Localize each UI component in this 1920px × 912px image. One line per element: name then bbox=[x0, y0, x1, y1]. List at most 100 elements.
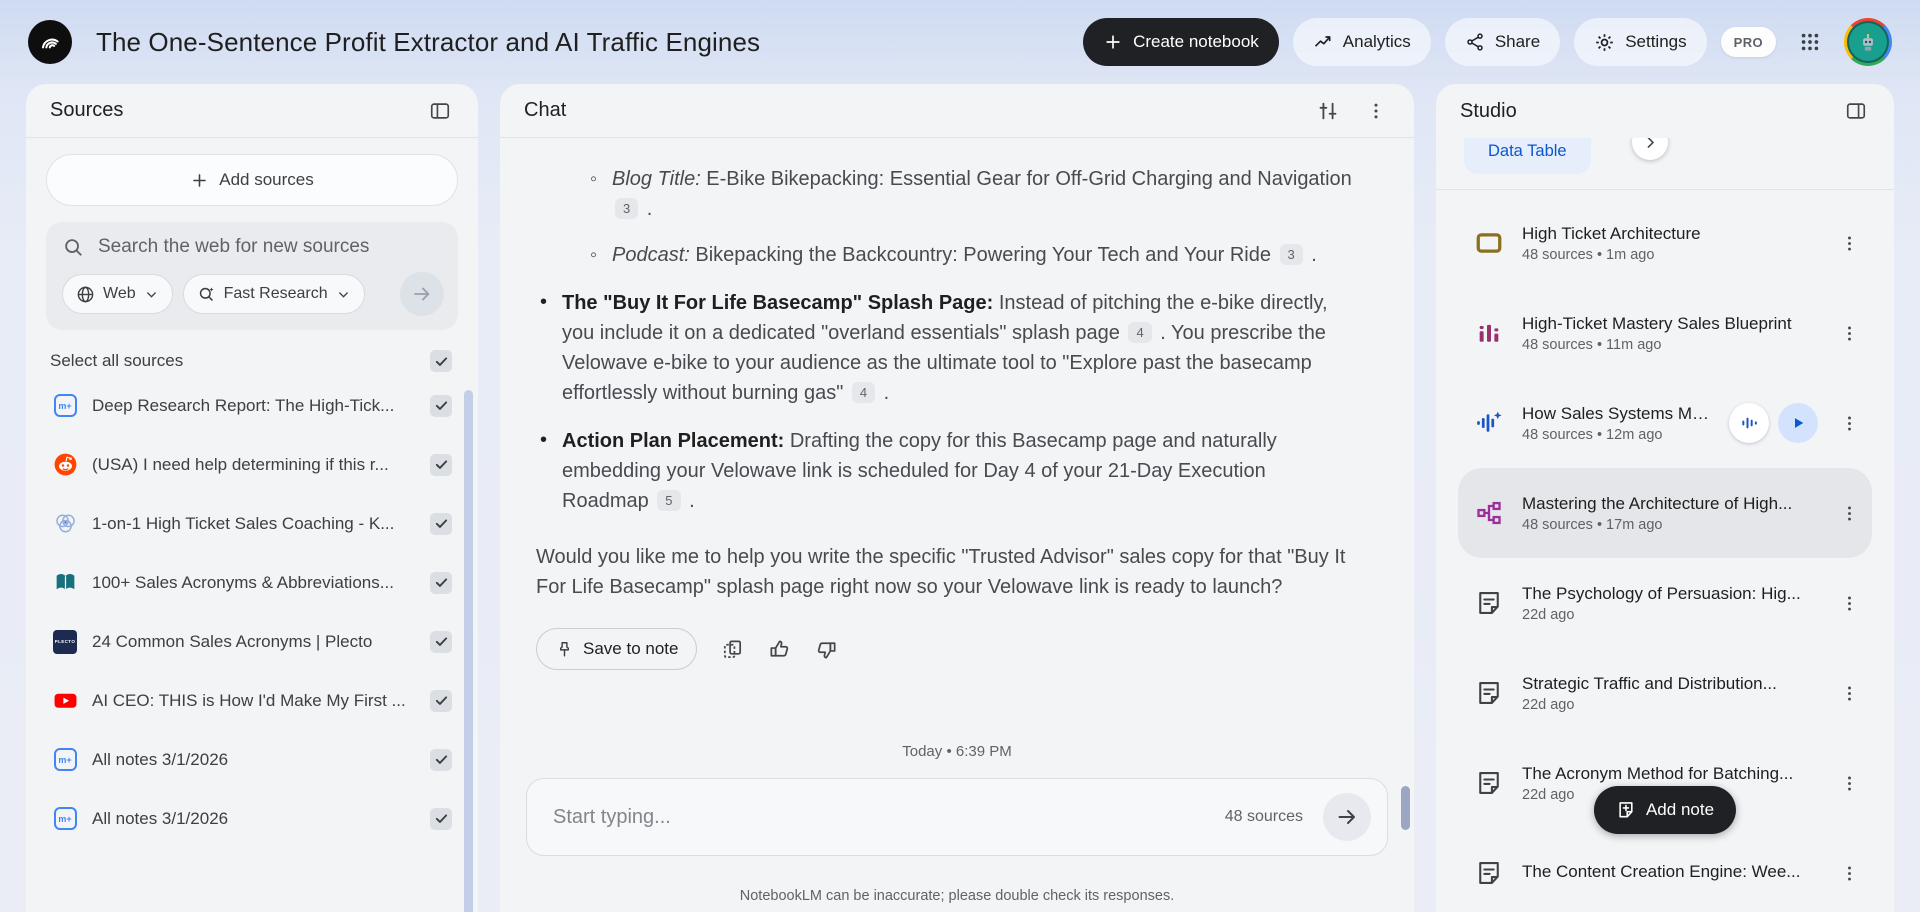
notebooklm-logo[interactable] bbox=[28, 20, 72, 64]
source-count-label: 48 sources bbox=[1224, 808, 1303, 825]
source-list-item[interactable]: 1-on-1 High Ticket Sales Coaching - K... bbox=[46, 494, 458, 553]
source-checkbox[interactable] bbox=[430, 807, 452, 830]
source-list-item[interactable]: 100+ Sales Acronyms & Abbreviations... bbox=[46, 553, 458, 612]
note-doc-icon bbox=[1479, 862, 1499, 884]
chat-scrollbar[interactable] bbox=[1401, 786, 1410, 830]
source-checkbox[interactable] bbox=[430, 748, 452, 771]
sources-panel-title: Sources bbox=[50, 99, 124, 121]
thumbs-up-icon[interactable] bbox=[768, 638, 791, 661]
create-notebook-label: Create notebook bbox=[1133, 32, 1259, 51]
check-icon bbox=[435, 578, 447, 587]
studio-item[interactable]: Mastering the Architecture of High... 48… bbox=[1458, 468, 1872, 558]
source-checkbox[interactable] bbox=[430, 571, 452, 594]
source-checkbox[interactable] bbox=[430, 394, 452, 417]
source-list-item[interactable]: (USA) I need help determining if this r.… bbox=[46, 435, 458, 494]
add-note-button[interactable]: Add note bbox=[1593, 786, 1737, 834]
notebook-title[interactable]: The One-Sentence Profit Extractor and AI… bbox=[96, 27, 760, 58]
chat-panel: Chat Blog Title: E-Bike Bikepacking: Ess… bbox=[500, 84, 1414, 912]
settings-button[interactable]: Settings bbox=[1574, 18, 1707, 66]
interactive-audio-button[interactable] bbox=[1729, 403, 1769, 443]
carousel-next-button[interactable] bbox=[1632, 138, 1668, 160]
chat-more-menu-icon[interactable] bbox=[1362, 97, 1390, 125]
play-audio-button[interactable] bbox=[1778, 403, 1818, 443]
select-all-checkbox[interactable] bbox=[430, 350, 452, 372]
source-checkbox[interactable] bbox=[430, 689, 452, 712]
citation-chip[interactable]: 3 bbox=[615, 198, 639, 219]
item-menu-icon[interactable] bbox=[1834, 858, 1864, 888]
studio-item-icon bbox=[1472, 856, 1506, 890]
collapse-studio-panel-icon[interactable] bbox=[1842, 97, 1870, 125]
item-menu-icon[interactable] bbox=[1834, 588, 1864, 618]
citation-chip[interactable]: 4 bbox=[851, 382, 876, 403]
source-checkbox[interactable] bbox=[430, 630, 452, 653]
studio-item-meta: 22d ago bbox=[1522, 606, 1575, 623]
search-submit-button[interactable] bbox=[400, 272, 444, 316]
chat-panel-title: Chat bbox=[524, 99, 567, 121]
copy-icon[interactable] bbox=[721, 638, 744, 661]
item-menu-icon[interactable] bbox=[1834, 318, 1864, 348]
research-mode-dropdown[interactable]: Fast Research bbox=[182, 274, 365, 314]
studio-item-meta: 48 sources • 12m ago bbox=[1522, 426, 1663, 443]
user-avatar[interactable] bbox=[1844, 18, 1892, 66]
studio-item-meta: 48 sources • 17m ago bbox=[1522, 516, 1663, 533]
create-notebook-button[interactable]: Create notebook bbox=[1083, 18, 1279, 66]
sources-scrollbar[interactable] bbox=[464, 390, 473, 912]
citation-chip[interactable]: 5 bbox=[657, 490, 681, 511]
item-menu-icon[interactable] bbox=[1834, 408, 1864, 438]
share-button[interactable]: Share bbox=[1444, 18, 1561, 66]
notes-doc-icon bbox=[53, 748, 77, 771]
add-note-label: Add note bbox=[1645, 800, 1715, 819]
studio-item[interactable]: Strategic Traffic and Distribution... 22… bbox=[1458, 648, 1872, 738]
note-doc-icon bbox=[1479, 682, 1499, 704]
chat-input[interactable] bbox=[553, 805, 1213, 829]
chat-message: Blog Title: E-Bike Bikepacking: Essentia… bbox=[536, 164, 1356, 602]
play-icon bbox=[1795, 418, 1804, 428]
thumbs-down-icon[interactable] bbox=[815, 638, 838, 661]
studio-item[interactable]: The Psychology of Persuasion: Hig... 22d… bbox=[1458, 558, 1872, 648]
source-checkbox[interactable] bbox=[430, 512, 452, 535]
citation-chip[interactable]: 4 bbox=[1128, 322, 1152, 343]
send-message-button[interactable] bbox=[1323, 793, 1371, 841]
source-list-item[interactable]: Deep Research Report: The High-Tick... bbox=[46, 376, 458, 435]
studio-item[interactable]: High-Ticket Mastery Sales Blueprint 48 s… bbox=[1458, 288, 1872, 378]
chevron-down-icon bbox=[338, 291, 348, 298]
studio-panel-title: Studio bbox=[1460, 99, 1517, 122]
main-layout: Sources Add sources Web bbox=[0, 84, 1920, 912]
web-filter-dropdown[interactable]: Web bbox=[62, 274, 173, 314]
check-icon bbox=[435, 519, 447, 528]
add-sources-button[interactable]: Add sources bbox=[46, 154, 458, 206]
studio-item-icon bbox=[1472, 226, 1506, 260]
item-menu-icon[interactable] bbox=[1834, 768, 1864, 798]
share-label: Share bbox=[1494, 32, 1541, 51]
studio-item[interactable]: The Content Creation Engine: Wee... bbox=[1458, 828, 1872, 912]
chat-text-block: Action Plan Placement: Drafting the copy… bbox=[536, 425, 1356, 516]
studio-item-icon bbox=[1472, 676, 1506, 710]
studio-item-meta: 22d ago bbox=[1522, 696, 1575, 713]
source-list-item[interactable]: 24 Common Sales Acronyms | Plecto bbox=[46, 612, 458, 671]
citation-chip[interactable]: 3 bbox=[1279, 244, 1303, 265]
item-menu-icon[interactable] bbox=[1834, 498, 1864, 528]
data-table-chip[interactable]: Data Table bbox=[1464, 138, 1591, 174]
studio-item[interactable]: High Ticket Architecture 48 sources • 1m… bbox=[1458, 198, 1872, 288]
search-icon bbox=[65, 239, 82, 256]
web-search-input[interactable] bbox=[98, 236, 444, 258]
collapse-sources-panel-icon[interactable] bbox=[426, 97, 454, 125]
source-checkbox[interactable] bbox=[430, 453, 452, 476]
studio-item-title: Mastering the Architecture of High... bbox=[1522, 493, 1793, 513]
studio-item[interactable]: How Sales Systems Map... 48 sources • 12… bbox=[1458, 378, 1872, 468]
pin-icon bbox=[559, 641, 570, 657]
source-icon bbox=[52, 629, 78, 655]
source-list-item[interactable]: All notes 3/1/2026 bbox=[46, 730, 458, 789]
item-menu-icon[interactable] bbox=[1834, 678, 1864, 708]
apps-grid-icon[interactable] bbox=[1790, 22, 1830, 62]
arrow-right-icon bbox=[1338, 810, 1355, 824]
studio-item-meta: 48 sources • 11m ago bbox=[1522, 336, 1662, 353]
save-to-note-button[interactable]: Save to note bbox=[536, 628, 698, 670]
source-list-item[interactable]: AI CEO: THIS is How I'd Make My First ..… bbox=[46, 671, 458, 730]
chat-settings-icon[interactable] bbox=[1314, 97, 1342, 125]
chat-text-block: Podcast: Bikepacking the Backcountry: Po… bbox=[586, 240, 1356, 270]
venn-circles-icon bbox=[55, 514, 75, 533]
item-menu-icon[interactable] bbox=[1834, 228, 1864, 258]
source-list-item[interactable]: All notes 3/1/2026 bbox=[46, 789, 458, 848]
analytics-button[interactable]: Analytics bbox=[1292, 18, 1431, 66]
